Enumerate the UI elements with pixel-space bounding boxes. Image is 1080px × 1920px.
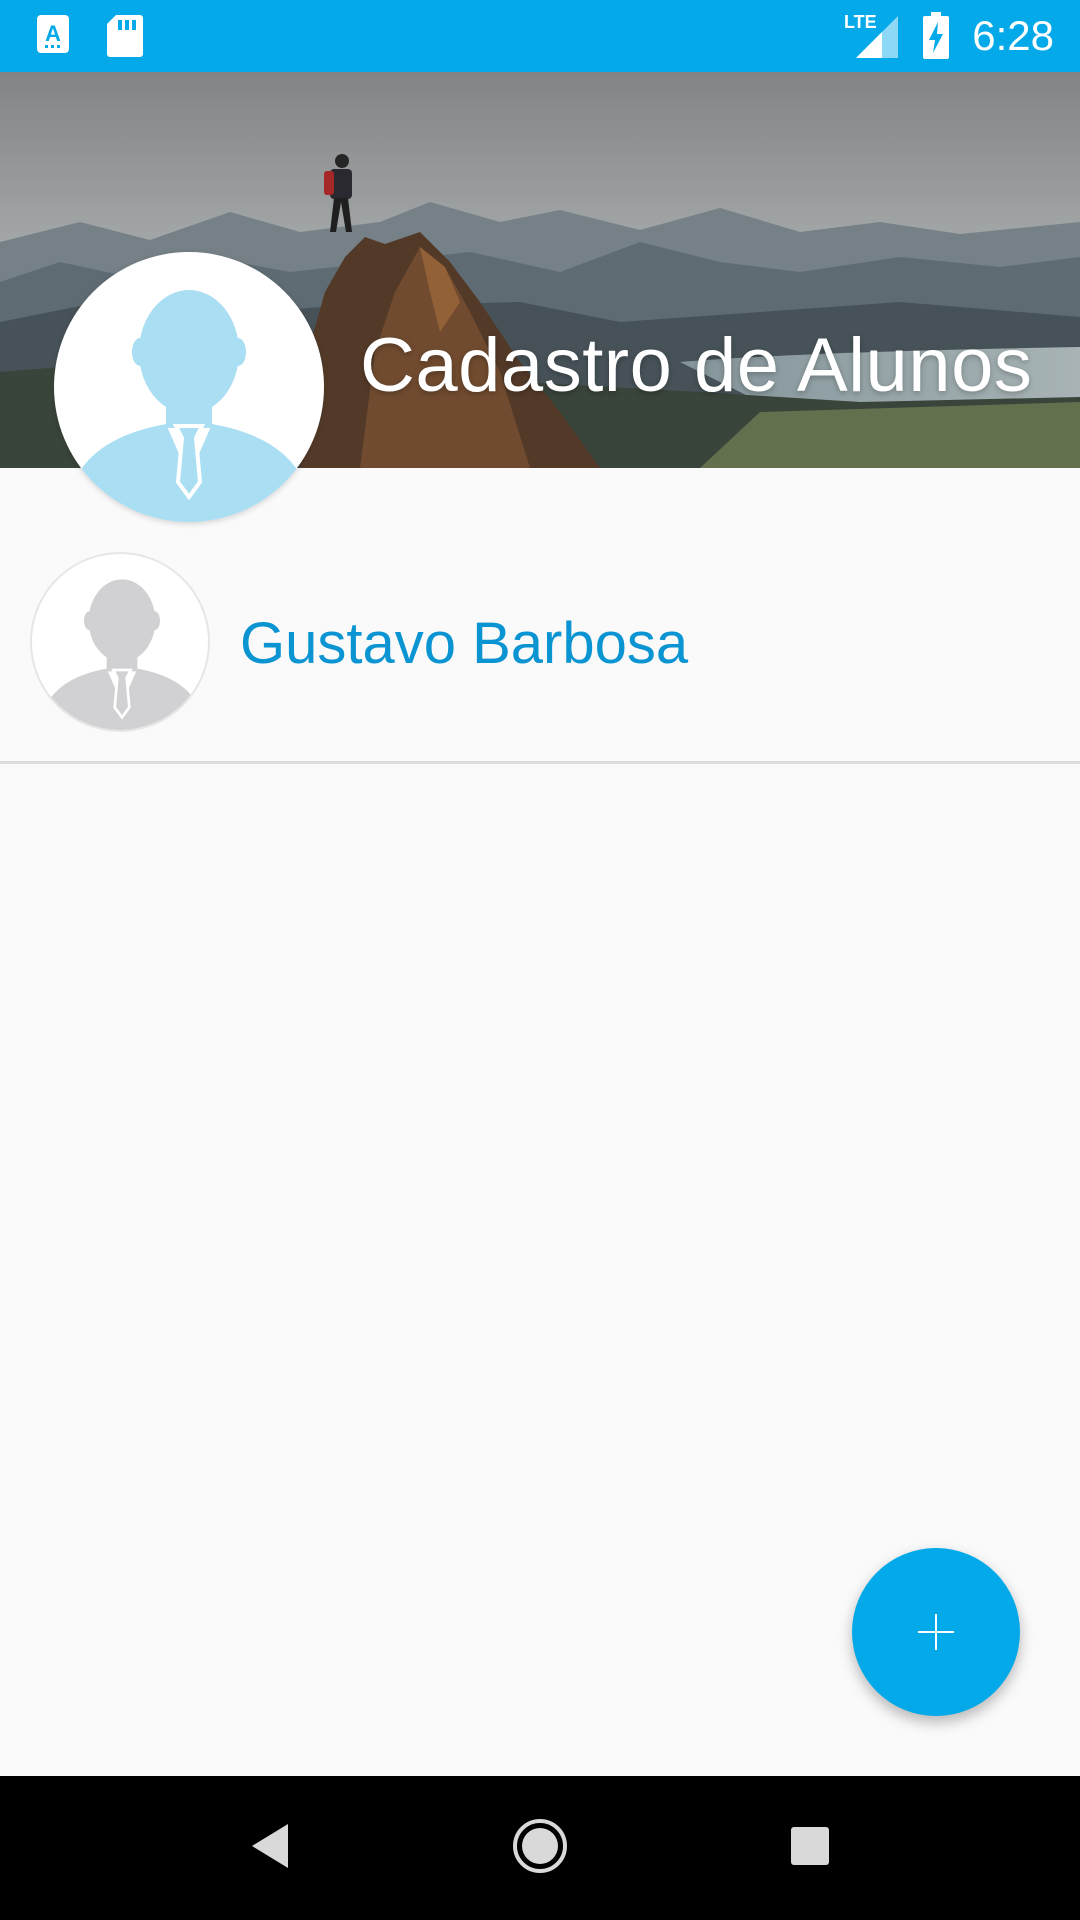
person-placeholder-icon <box>45 579 199 730</box>
status-bar: A LTE 6:28 <box>0 0 1080 72</box>
header-avatar[interactable] <box>54 252 324 522</box>
lte-signal-icon: LTE <box>842 10 900 65</box>
person-placeholder-icon <box>74 290 304 522</box>
recents-icon[interactable] <box>790 1826 830 1871</box>
list-divider <box>0 761 1080 764</box>
svg-text:LTE: LTE <box>844 12 877 32</box>
student-name: Gustavo Barbosa <box>240 611 689 676</box>
clock: 6:28 <box>972 12 1054 59</box>
text-a-icon: A <box>36 14 70 59</box>
back-icon[interactable] <box>248 1822 292 1875</box>
plus-icon <box>918 1614 954 1650</box>
add-student-button[interactable] <box>852 1548 1020 1716</box>
screen: A LTE 6:28 Cadastro de Alunos Gustavo Ba… <box>0 0 1080 1920</box>
list-item[interactable]: Gustavo Barbosa <box>0 540 1080 762</box>
avatar <box>30 552 210 732</box>
navigation-bar <box>0 1776 1080 1920</box>
page-title: Cadastro de Alunos <box>360 323 1033 408</box>
home-icon[interactable] <box>512 1818 568 1879</box>
sd-card-icon <box>106 14 144 63</box>
battery-charging-icon <box>922 12 950 65</box>
svg-text:A: A <box>45 21 61 46</box>
